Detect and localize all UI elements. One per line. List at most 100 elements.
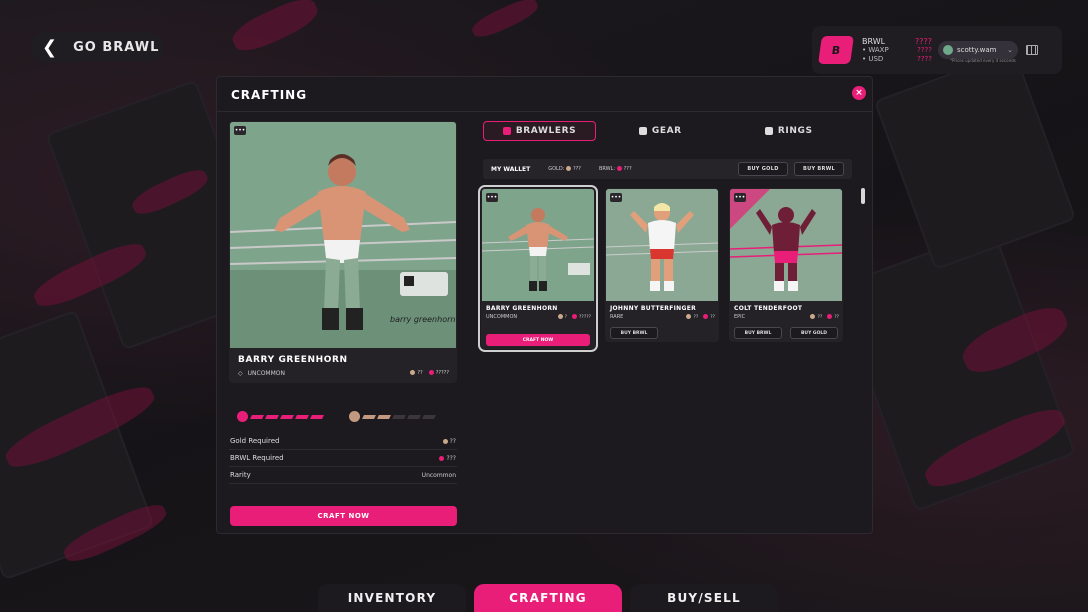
card-menu-button[interactable]: ••• [234,126,246,135]
buy-gold-button[interactable]: BUY GOLD [738,162,788,176]
svg-text:barry greenhorn: barry greenhorn [390,315,455,324]
gold-coin-icon [565,166,571,171]
brawler-card-list: ••• BARRY GREENHORN UNCOMMON ? ????? CRA… [478,185,843,352]
ring-icon [764,127,773,135]
card-price: ?? ?? [686,314,715,320]
tab-gear[interactable]: GEAR [596,121,725,141]
token-value: ???? [915,36,932,46]
craft-now-card-button[interactable]: CRAFT NOW [486,334,590,346]
card-menu-button[interactable]: ••• [610,193,622,202]
progress-segment [280,414,294,419]
brwl-coin-icon [616,166,622,171]
craft-now-button[interactable]: CRAFT NOW [230,506,457,526]
my-wallet-bar: MY WALLET GOLD: ??? BRWL: ??? BUY GOLD B… [483,159,852,179]
waxp-value: ???? [917,45,932,54]
tab-label: BRAWLERS [515,126,577,136]
brawler-card[interactable]: ••• BARRY GREENHORN UNCOMMON ? ????? CRA… [478,185,598,352]
brawler-image [606,189,718,301]
wallet-bar-title: MY WALLET [491,165,531,173]
selected-brawler-name: BARRY GREENHORN [238,355,348,365]
requirement-row: BRWL Required ??? [229,450,457,467]
gear-icon [638,127,647,135]
tab-buy-sell[interactable]: BUY/SELL [630,584,778,612]
brawler-image [730,189,842,301]
divider [217,111,872,112]
brawler-card[interactable]: ••• JOHNNY BUTTERFINGER RARE ?? ?? BUY B… [605,188,719,342]
progress-segment [377,414,391,419]
brwl-progress [237,411,324,422]
category-tabs: BRAWLERS GEAR RINGS [483,121,853,141]
menu-grid-icon[interactable] [1026,45,1038,55]
brwl-price: ????? [435,370,449,376]
card-name: COLT TENDERFOOT [734,305,803,312]
tab-label: RINGS [777,126,813,136]
modal-title: CRAFTING [231,88,308,102]
buy-brwl-button[interactable]: BUY BRWL [794,162,844,176]
go-brawl-button[interactable]: ❮ GO BRAWL [30,32,164,62]
selected-brawler-card: barry greenhorn ••• BARRY GREENHORN ◇ UN… [229,121,457,383]
brwl-label: BRWL: [598,166,616,172]
scrollbar-thumb[interactable] [861,188,865,204]
card-menu-button[interactable]: ••• [734,193,746,202]
close-button[interactable]: × [852,86,866,100]
buy-gold-card-button[interactable]: BUY GOLD [790,327,838,339]
gold-coin-icon [557,314,563,319]
card-rarity: EPIC [734,314,746,320]
token-balances: BRWL???? • WAXP???? • USD???? [862,37,932,64]
progress-segment [265,414,279,419]
usd-label: • USD [862,54,884,63]
brawler-image [482,189,594,301]
buy-brwl-card-button[interactable]: BUY BRWL [610,327,658,339]
selected-brawler-price: ?? ????? [410,370,449,376]
gold-price: ? [564,315,568,320]
progress-segment [295,414,309,419]
go-brawl-label: GO BRAWL [73,39,160,55]
buy-brwl-card-button[interactable]: BUY BRWL [734,327,782,339]
back-arrow-icon: ❮ [42,36,58,58]
brwl-coin-icon [572,314,578,319]
progress-segment [422,414,436,419]
brwl-balance: ??? [623,166,632,172]
brwl-price: ?? [710,315,715,320]
gold-price: ?? [817,315,823,320]
progress-segment [392,414,406,419]
progress-segment [407,414,421,419]
tab-brawlers[interactable]: BRAWLERS [483,121,596,141]
requirement-value: Uncommon [421,471,456,479]
card-name: BARRY GREENHORN [486,305,558,312]
requirement-row: Gold Required ?? [229,433,457,450]
progress-segment [250,414,264,419]
brawler-icon [502,127,511,135]
requirement-value: ?? [449,437,456,445]
selected-brawler-panel: barry greenhorn ••• BARRY GREENHORN ◇ UN… [229,121,457,484]
tab-label: GEAR [651,126,682,136]
requirements-list: Gold Required ?? BRWL Required ??? Rarit… [229,433,457,484]
avatar [943,45,953,55]
gold-coin-icon [410,370,416,375]
rarity-icon: ◇ [238,370,243,377]
username: scotty.wam [957,46,997,54]
card-rarity: RARE [610,314,624,320]
requirement-label: Gold Required [230,437,280,445]
tab-inventory[interactable]: INVENTORY [318,584,466,612]
tab-rings[interactable]: RINGS [725,121,854,141]
wallet-summary: B BRWL???? • WAXP???? • USD???? scotty.w… [812,26,1062,74]
brawler-logo-icon: B [818,36,854,64]
brwl-coin-icon [428,370,434,375]
gold-balance: ??? [572,166,581,172]
card-price: ? ????? [557,314,591,320]
card-rarity: UNCOMMON [486,314,518,320]
card-menu-button[interactable]: ••• [486,193,498,202]
gold-label: GOLD: [548,166,565,172]
token-name: BRWL [862,36,886,46]
tab-crafting[interactable]: CRAFTING [474,584,622,612]
brawler-card[interactable]: ••• COLT TENDERFOOT EPIC ?? ?? BUY BRWL … [729,188,843,342]
gold-coin-icon [442,438,448,444]
user-account-dropdown[interactable]: scotty.wam ⌄ [938,41,1018,59]
requirement-value: ??? [446,454,456,462]
gold-coin-icon [810,314,816,319]
progress-segment [310,414,324,419]
requirement-label: BRWL Required [230,454,284,462]
brwl-coin-icon [439,455,445,461]
requirement-label: Rarity [230,471,251,479]
